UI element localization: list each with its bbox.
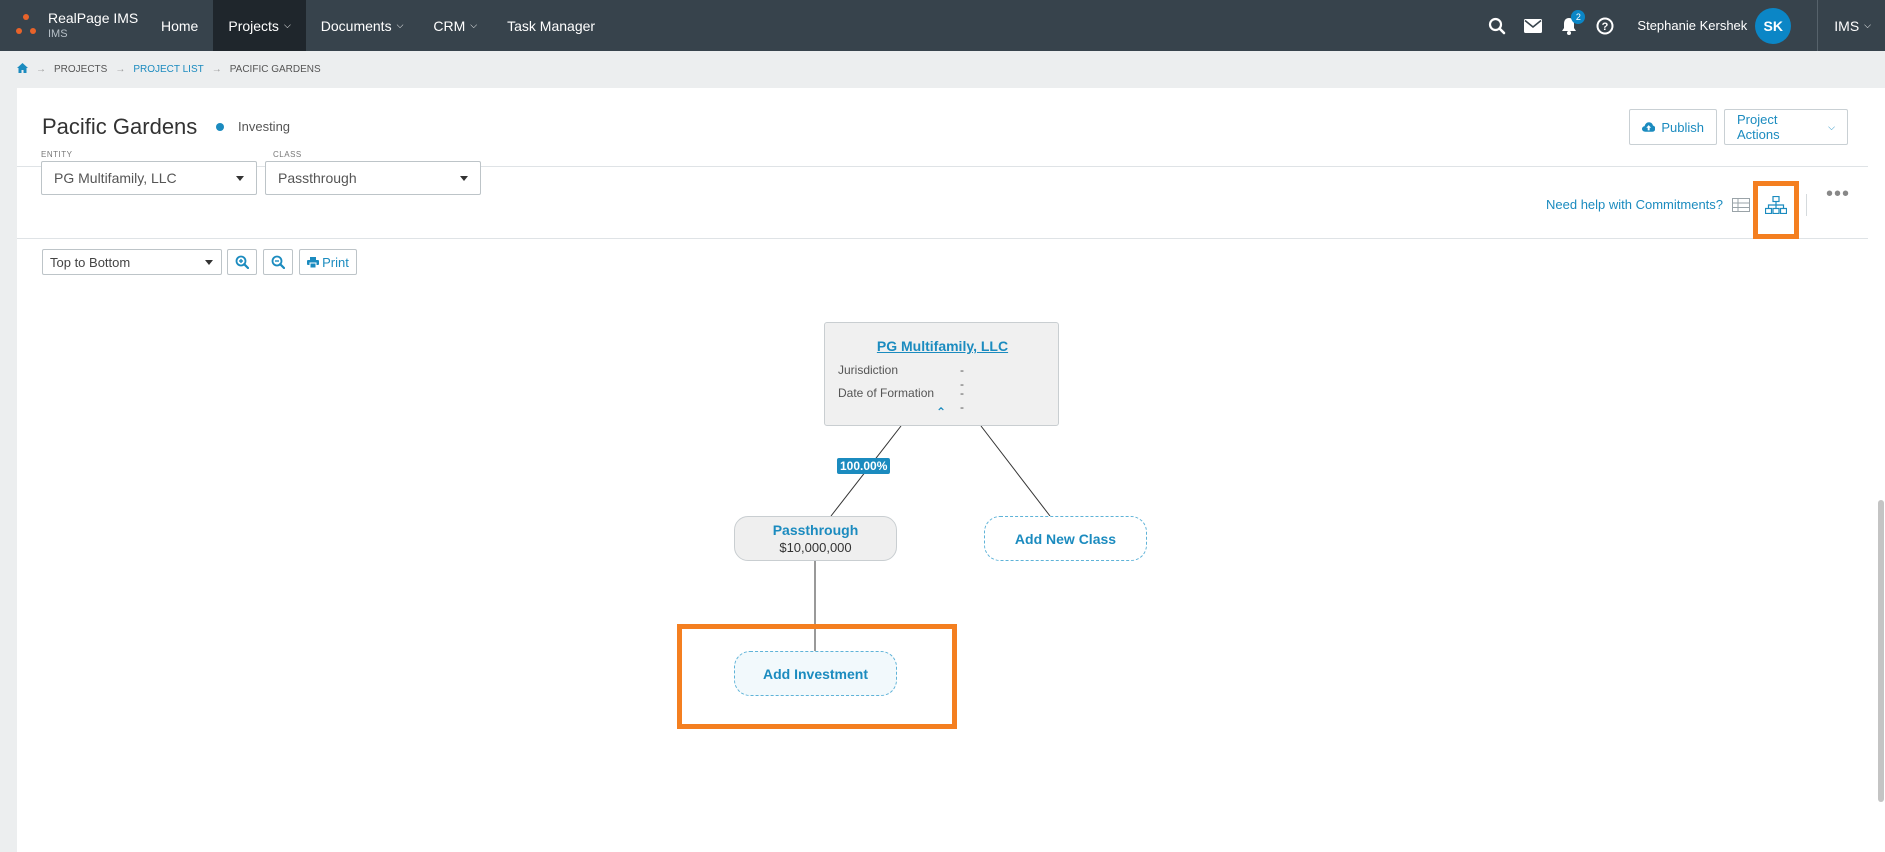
top-nav: RealPage IMS IMS Home Projects ⌵ Document… <box>0 0 1885 51</box>
jurisdiction-label: Jurisdiction <box>838 363 899 377</box>
chevron-down-icon: ⌵ <box>283 20 291 30</box>
app-switcher[interactable]: IMS ⌵ <box>1817 0 1885 51</box>
chevron-down-icon: ⌵ <box>396 20 404 30</box>
chevron-up-icon[interactable]: ⌃ <box>936 405 946 419</box>
caret-down-icon <box>460 176 468 181</box>
notification-badge: 2 <box>1571 10 1586 24</box>
entity-select[interactable]: PG Multifamily, LLC <box>41 161 257 195</box>
breadcrumb-projects[interactable]: PROJECTS <box>54 64 107 75</box>
class-node[interactable]: Passthrough $10,000,000 <box>734 516 897 561</box>
class-label: CLASS <box>273 150 302 159</box>
mail-icon[interactable] <box>1515 0 1551 51</box>
breadcrumb-current: PACIFIC GARDENS <box>229 63 321 75</box>
svg-text:?: ? <box>1602 21 1609 33</box>
nav-home-label: Home <box>161 17 199 34</box>
nav-task-manager-label: Task Manager <box>507 17 596 34</box>
brand-logo-icon <box>14 12 40 40</box>
status-badge: Investing <box>216 119 290 134</box>
printer-icon <box>307 256 320 268</box>
formation-label: Date of Formation <box>838 386 935 400</box>
toolbar-divider <box>1806 194 1807 216</box>
entity-label: ENTITY <box>41 150 73 159</box>
highlight-add-investment <box>677 624 957 729</box>
status-label: Investing <box>238 119 291 134</box>
nav-crm[interactable]: CRM ⌵ <box>418 0 492 51</box>
print-label: Print <box>322 254 349 270</box>
nav-home[interactable]: Home <box>146 0 213 51</box>
jurisdiction-row: Jurisdiction - - <box>838 363 964 391</box>
zoom-in-button[interactable] <box>227 249 257 275</box>
breadcrumb-separator-icon: → <box>36 63 46 75</box>
help-commitments-link[interactable]: Need help with Commitments? <box>1546 197 1723 212</box>
caret-down-icon <box>236 176 244 181</box>
nav-projects[interactable]: Projects ⌵ <box>213 0 306 51</box>
add-new-class-label: Add New Class <box>1014 530 1117 547</box>
entity-node-name[interactable]: PG Multifamily, LLC <box>825 338 1060 354</box>
breadcrumb-separator-icon: → <box>115 63 126 75</box>
main-panel: Pacific Gardens Investing Publish Projec… <box>17 88 1885 852</box>
project-actions-label: Project Actions <box>1737 112 1780 142</box>
status-dot-icon <box>216 122 224 131</box>
formation-value: - - <box>960 386 964 414</box>
class-select[interactable]: Passthrough <box>265 161 481 195</box>
nav-crm-label: CRM <box>433 17 466 34</box>
direction-select-value: Top to Bottom <box>50 254 131 270</box>
user-name[interactable]: Stephanie Kershek <box>1637 18 1747 33</box>
help-icon[interactable]: ? <box>1587 0 1623 51</box>
project-actions-button[interactable]: Project Actions ⌵ <box>1724 109 1848 145</box>
breadcrumb-project-list[interactable]: PROJECT LIST <box>133 64 203 75</box>
chevron-down-icon: ⌵ <box>1864 20 1871 30</box>
nav-documents-label: Documents <box>320 17 392 34</box>
entity-select-value: PG Multifamily, LLC <box>54 170 177 186</box>
brand-sub: IMS <box>48 28 68 41</box>
vertical-scrollbar[interactable] <box>1878 500 1884 802</box>
chevron-down-icon: ⌵ <box>1828 121 1835 132</box>
zoom-in-icon <box>235 255 249 269</box>
chevron-down-icon: ⌵ <box>470 20 478 30</box>
page-title: Pacific Gardens <box>42 114 198 139</box>
class-node-amount: $10,000,000 <box>779 540 852 555</box>
publish-label: Publish <box>1661 119 1704 135</box>
nav-projects-label: Projects <box>228 17 279 34</box>
table-view-icon[interactable] <box>1727 191 1755 219</box>
class-select-value: Passthrough <box>278 170 357 186</box>
search-icon[interactable] <box>1479 0 1515 51</box>
brand[interactable]: RealPage IMS IMS <box>0 0 146 51</box>
filters-divider <box>17 238 1868 239</box>
formation-row: Date of Formation - - <box>838 386 964 414</box>
app-switcher-label: IMS <box>1834 17 1860 34</box>
zoom-out-icon <box>271 255 285 269</box>
publish-button[interactable]: Publish <box>1629 109 1717 145</box>
class-node-name: Passthrough <box>772 522 859 538</box>
nav-documents[interactable]: Documents ⌵ <box>306 0 419 51</box>
brand-name: RealPage IMS <box>48 9 139 26</box>
home-icon[interactable] <box>17 62 28 76</box>
add-new-class-button[interactable]: Add New Class <box>984 516 1147 561</box>
caret-down-icon <box>205 260 213 265</box>
highlight-org-chart-view <box>1753 181 1799 239</box>
avatar[interactable]: SK <box>1755 7 1792 44</box>
more-options-icon[interactable]: ••• <box>1826 183 1850 206</box>
zoom-out-button[interactable] <box>263 249 293 275</box>
nav-task-manager[interactable]: Task Manager <box>492 0 610 51</box>
print-button[interactable]: Print <box>299 249 357 275</box>
breadcrumb-separator-icon: → <box>211 63 222 75</box>
direction-select[interactable]: Top to Bottom <box>42 249 222 275</box>
entity-node: PG Multifamily, LLC Jurisdiction - - Dat… <box>824 322 1059 426</box>
breadcrumb: → PROJECTS → PROJECT LIST → PACIFIC GARD… <box>0 51 1885 87</box>
bell-icon[interactable]: 2 <box>1551 0 1587 51</box>
cloud-upload-icon <box>1642 121 1656 132</box>
ownership-percent-label: 100.00% <box>837 458 891 474</box>
